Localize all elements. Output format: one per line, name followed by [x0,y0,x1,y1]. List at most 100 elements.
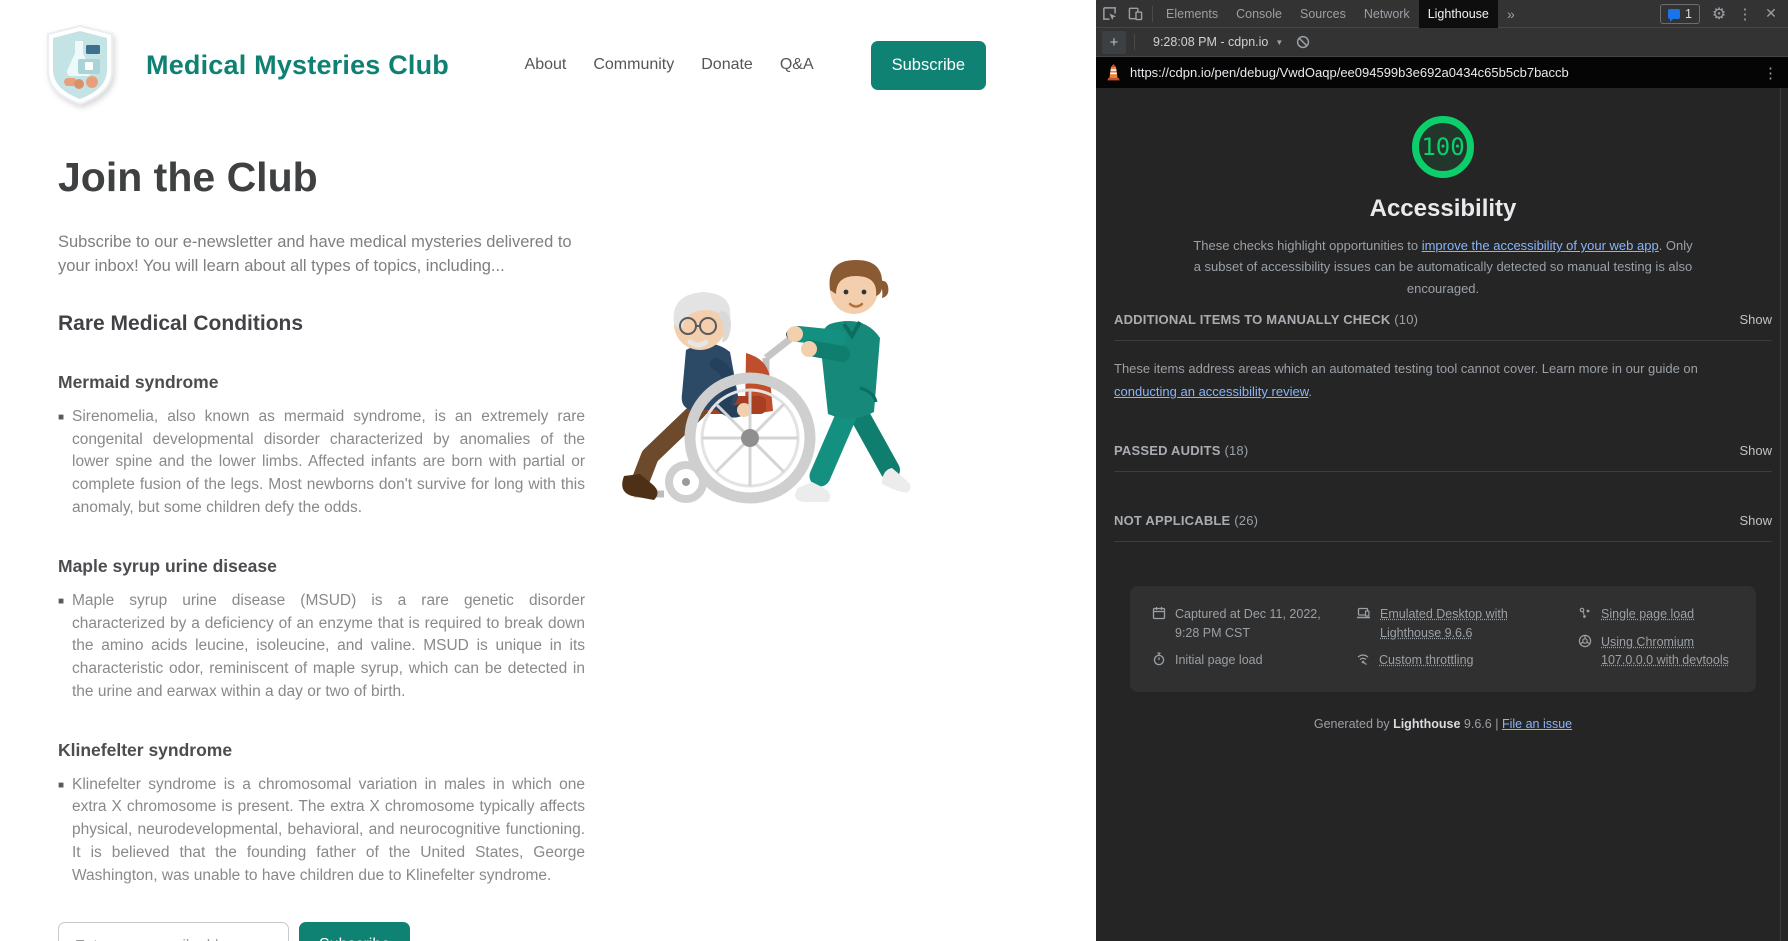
nurse-wheelchair-illustration [598,238,928,523]
new-report-button[interactable]: + [1102,31,1126,54]
lighthouse-toolbar: + 9:28:08 PM - cdpn.io ▼ [1096,28,1788,57]
manual-check-note: These items address areas which an autom… [1114,358,1754,404]
show-toggle[interactable]: Show [1739,443,1772,458]
spacer [1114,472,1772,500]
kebab-menu-icon[interactable]: ⋮ [1732,1,1758,27]
show-toggle[interactable]: Show [1739,312,1772,327]
meta-link[interactable]: Emulated Desktop with Lighthouse 9.6.6 [1380,605,1570,643]
chevron-down-icon: ▼ [1275,38,1283,47]
nav-donate[interactable]: Donate [701,56,753,74]
meta-initial-load: Initial page load [1152,651,1348,670]
meta-chromium: Using Chromium 107.0.0.0 with devtools [1578,633,1734,671]
section-title: NOT APPLICABLE (26) [1114,513,1258,528]
section-heading: Rare Medical Conditions [58,312,585,336]
report-url-bar: https://cdpn.io/pen/debug/VwdOaqp/ee0945… [1096,57,1788,88]
device-toolbar-icon[interactable] [1122,1,1148,27]
tab-lighthouse[interactable]: Lighthouse [1419,0,1498,28]
meta-link[interactable]: Single page load [1601,605,1694,624]
list-item: ■ Klinefelter syndrome is a chromosomal … [58,774,585,888]
show-toggle[interactable]: Show [1739,513,1772,528]
divider [1134,34,1135,50]
condition-heading: Maple syrup urine disease [58,556,585,577]
condition-description: Sirenomelia, also known as mermaid syndr… [72,406,585,520]
lighthouse-report: 100 Accessibility These checks highlight… [1096,88,1788,941]
bullet-marker: ■ [58,774,72,888]
bullet-marker: ■ [58,406,72,520]
nav-community[interactable]: Community [593,56,674,74]
condition-description: Klinefelter syndrome is a chromosomal va… [72,774,585,888]
note-text: . [1308,384,1312,399]
file-an-issue-link[interactable]: File an issue [1502,717,1572,731]
accessibility-score-gauge[interactable]: 100 [1412,116,1474,178]
laptop-icon [1356,606,1371,620]
divider [1152,6,1153,22]
throttling-icon [1356,652,1370,666]
section-title-text: NOT APPLICABLE [1114,513,1230,528]
tab-sources[interactable]: Sources [1291,0,1355,28]
meta-link[interactable]: Using Chromium 107.0.0.0 with devtools [1601,633,1734,671]
meta-throttling: Custom throttling [1356,651,1570,670]
devtools-tabbar: Elements Console Sources Network Lightho… [1096,0,1788,28]
condition-description: Maple syrup urine disease (MSUD) is a ra… [72,590,585,704]
generated-by-text: Generated by [1314,717,1390,731]
issues-bubble-icon [1668,9,1680,19]
meta-text: Captured at Dec 11, 2022, 9:28 PM CST [1175,605,1348,643]
section-passed-audits: PASSED AUDITS (18) Show [1114,430,1772,472]
run-details-box: Captured at Dec 11, 2022, 9:28 PM CST In… [1130,586,1756,692]
list-item: ■ Maple syrup urine disease (MSUD) is a … [58,590,585,704]
issues-count: 1 [1685,7,1692,21]
medical-mysteries-page: Medical Mysteries Club About Community D… [0,0,1096,941]
header-subscribe-button[interactable]: Subscribe [871,41,986,90]
meta-column: Single page load Using Chromium 107.0.0.… [1578,605,1734,679]
meta-link[interactable]: Custom throttling [1379,651,1473,670]
samples-icon [1578,606,1592,620]
chromium-icon [1578,634,1592,648]
tab-elements[interactable]: Elements [1157,0,1227,28]
page-title: Join the Club [58,154,585,201]
improve-accessibility-link[interactable]: improve the accessibility of your web ap… [1422,238,1659,253]
devtools-scrollbar[interactable] [1780,88,1788,941]
email-field[interactable] [58,922,289,941]
section-title-text: ADDITIONAL ITEMS TO MANUALLY CHECK [1114,312,1390,327]
page-header: Medical Mysteries Club About Community D… [0,0,1096,108]
meta-emulation: Emulated Desktop with Lighthouse 9.6.6 [1356,605,1570,643]
tab-console[interactable]: Console [1227,0,1291,28]
condition-heading: Klinefelter syndrome [58,740,585,761]
main-nav: About Community Donate Q&A Subscribe [525,41,1096,90]
more-tabs-icon[interactable]: » [1498,1,1524,27]
section-manual-check: ADDITIONAL ITEMS TO MANUALLY CHECK (10) … [1114,299,1772,341]
section-count: (10) [1394,312,1418,327]
note-text: These items address areas which an autom… [1114,361,1698,376]
report-footer: Generated by Lighthouse 9.6.6 | File an … [1114,717,1772,731]
report-url: https://cdpn.io/pen/debug/VwdOaqp/ee0945… [1130,65,1763,80]
issues-counter[interactable]: 1 [1660,4,1700,24]
screen: Medical Mysteries Club About Community D… [0,0,1788,941]
page-main: Join the Club Subscribe to our e-newslet… [58,154,585,941]
devtools-panel: Elements Console Sources Network Lightho… [1096,0,1788,941]
section-count: (26) [1234,513,1258,528]
report-selector[interactable]: 9:28:08 PM - cdpn.io ▼ [1153,35,1283,49]
tab-network[interactable]: Network [1355,0,1419,28]
separator: | [1495,717,1498,731]
meta-single-load: Single page load [1578,605,1734,624]
clear-reports-icon[interactable] [1293,32,1313,52]
category-title: Accessibility [1114,195,1772,223]
gear-icon[interactable]: ⚙ [1706,1,1732,27]
section-not-applicable: NOT APPLICABLE (26) Show [1114,500,1772,542]
close-icon[interactable]: ✕ [1758,1,1784,27]
url-kebab-menu-icon[interactable]: ⋮ [1763,64,1778,82]
nav-about[interactable]: About [525,56,567,74]
stopwatch-icon [1152,652,1166,666]
lighthouse-favicon [1106,64,1121,81]
nav-qa[interactable]: Q&A [780,56,814,74]
meta-text: Initial page load [1175,651,1263,670]
site-title: Medical Mysteries Club [146,50,449,81]
intro-text: Subscribe to our e-newsletter and have m… [58,231,585,279]
lighthouse-brand: Lighthouse [1393,717,1460,731]
condition-heading: Mermaid syndrome [58,372,585,393]
form-subscribe-button[interactable]: Subscribe [299,922,410,941]
accessibility-review-link[interactable]: conducting an accessibility review [1114,384,1308,399]
description-text: These checks highlight opportunities to [1193,238,1421,253]
lighthouse-version: 9.6.6 [1464,717,1492,731]
inspect-element-icon[interactable] [1096,1,1122,27]
